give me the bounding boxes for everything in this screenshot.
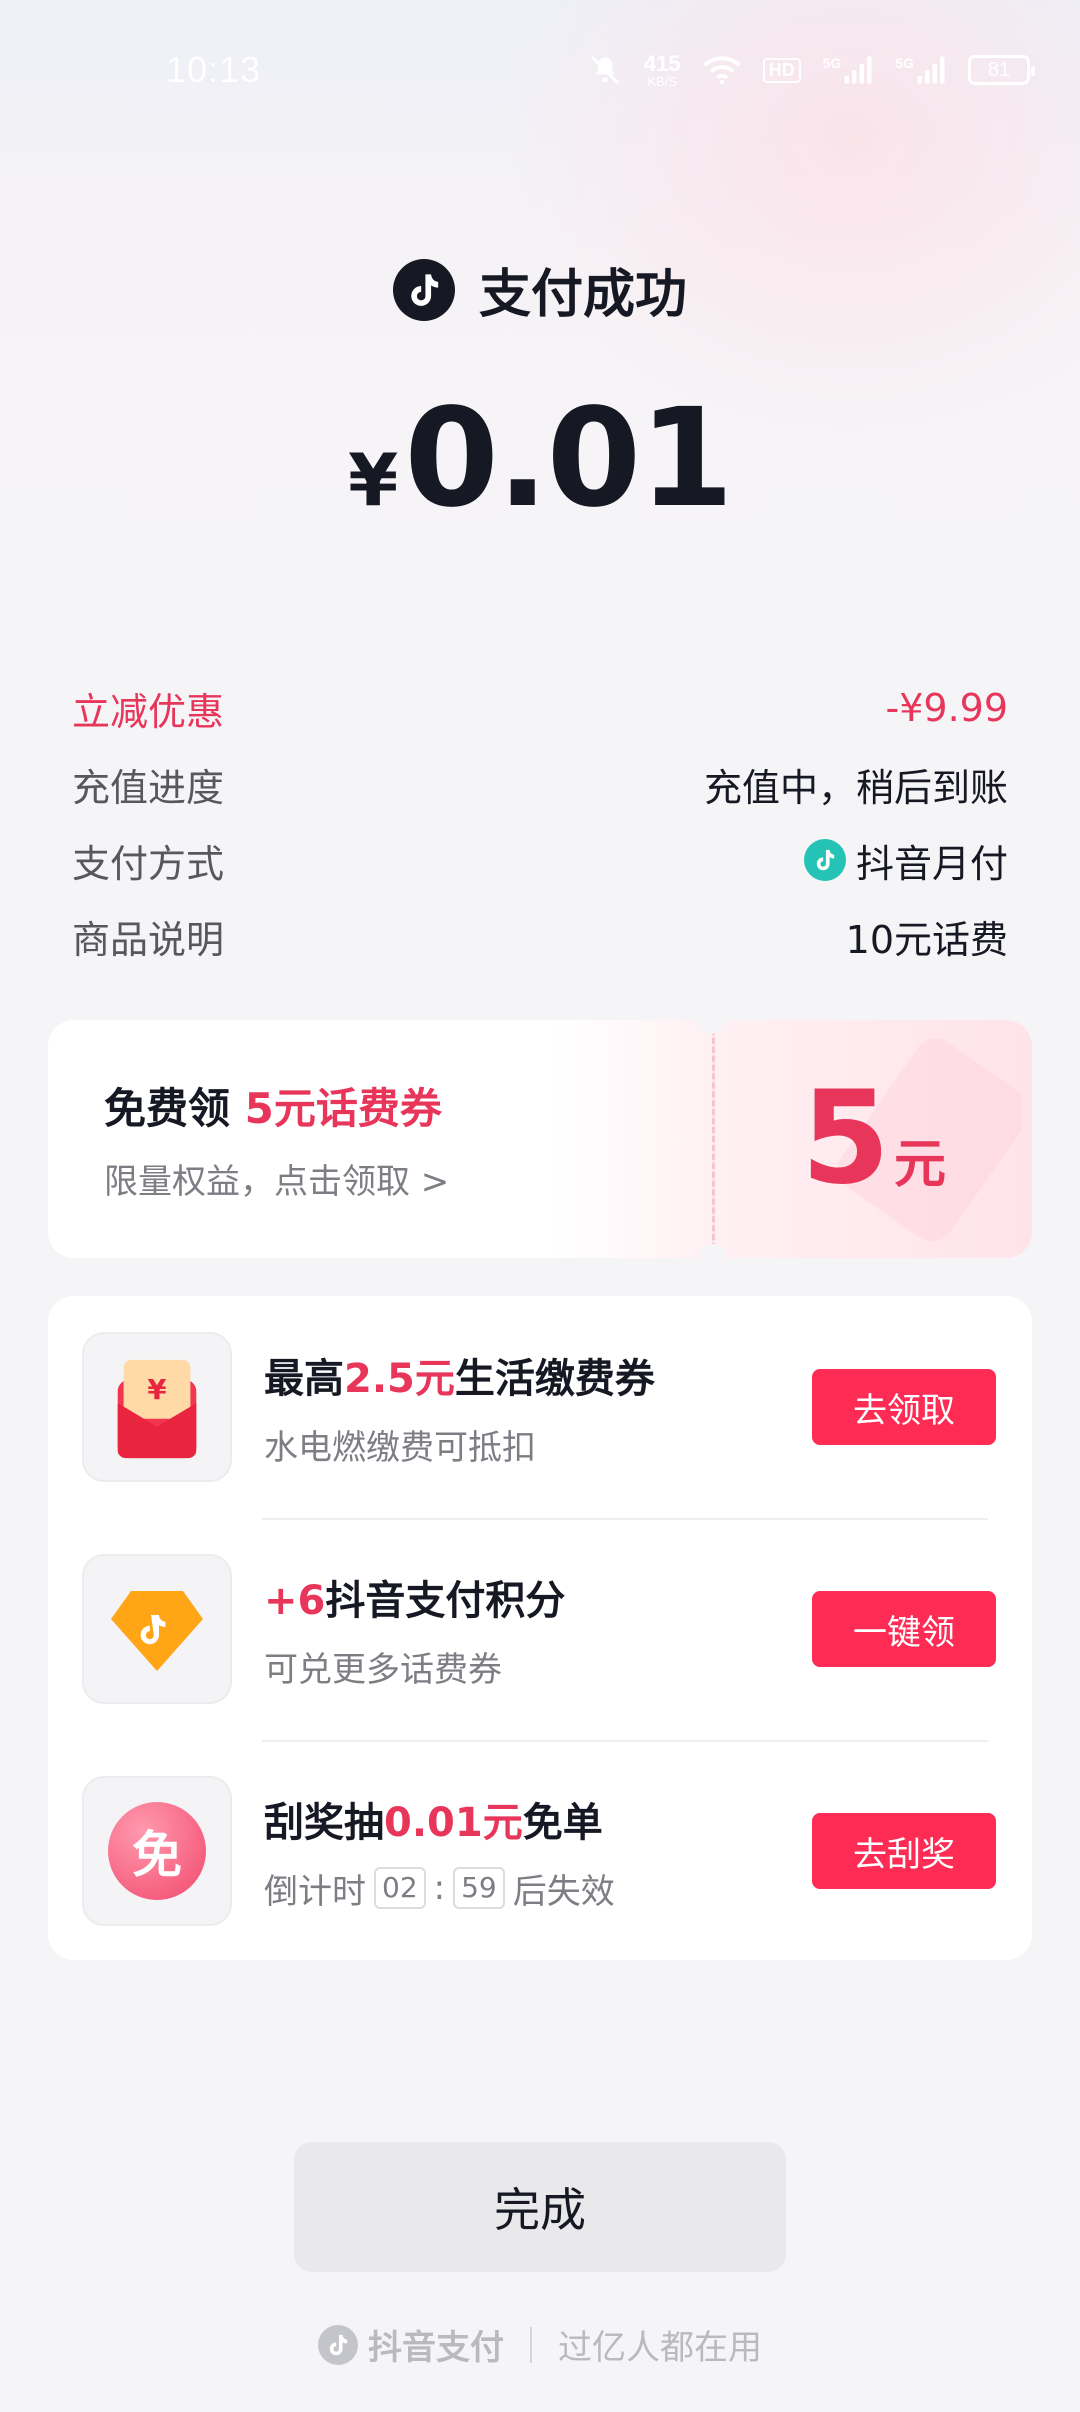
douyin-pay-logo-icon (803, 839, 846, 881)
network-speed: 415 KB/S (643, 50, 681, 89)
task-title-prefix: 刮奖抽 (264, 1799, 384, 1846)
task-item-scratch: 免 刮奖抽0.01元免单 倒计时 02 : 59 后失效 去刮奖 (48, 1740, 1032, 1962)
detail-row-progress: 充值进度 充值中，稍后到账 (72, 746, 1008, 822)
task-title-prefix: 最高 (264, 1355, 344, 1402)
detail-value: -¥9.99 (885, 686, 1009, 730)
paid-amount: ¥ 0.01 (0, 380, 1080, 538)
coupon-value-unit: 元 (894, 1135, 947, 1195)
svg-text:¥: ¥ (147, 1374, 166, 1406)
payment-details: 立减优惠 -¥9.99 充值进度 充值中，稍后到账 支付方式 抖音月付 商品说明… (72, 670, 1008, 974)
task-title-highlight: +6 (264, 1577, 326, 1624)
task-text: 刮奖抽0.01元免单 倒计时 02 : 59 后失效 (264, 1790, 812, 1913)
detail-value: 抖音月付 (855, 841, 1008, 886)
task-subtitle: 可兑更多话费券 (264, 1649, 502, 1690)
success-header: 支付成功 (0, 252, 1080, 327)
coupon-title-highlight: 5元话费券 (244, 1084, 442, 1133)
countdown-suffix: 后失效 (512, 1871, 615, 1912)
speed-unit: KB/S (647, 73, 678, 89)
coupon-title-prefix: 免费领 (104, 1084, 245, 1133)
task-title: 刮奖抽0.01元免单 (264, 1790, 812, 1848)
hd-icon: HD (762, 57, 801, 83)
wifi-icon (702, 55, 741, 85)
detail-value: 充值中，稍后到账 (703, 765, 1008, 810)
status-icons: 415 KB/S HD 5G 5G 81 (588, 50, 1035, 89)
detail-value: 10元话费 (845, 917, 1008, 962)
detail-label: 立减优惠 (72, 689, 225, 734)
scratch-button[interactable]: 去刮奖 (812, 1813, 996, 1889)
amount-value: 0.01 (404, 380, 734, 538)
task-title-suffix: 生活缴费券 (454, 1355, 655, 1402)
footer-slogan: 过亿人都在用 (558, 2328, 762, 2368)
points-gem-icon (82, 1554, 232, 1704)
signal-icon: 5G (823, 55, 874, 85)
reward-task-list: ¥ 最高2.5元生活缴费券 水电燃缴费可抵扣 去领取 +6抖音支付积分 可兑更多… (48, 1296, 1032, 1960)
task-item-bill-coupon: ¥ 最高2.5元生活缴费券 水电燃缴费可抵扣 去领取 (48, 1296, 1032, 1518)
currency-symbol: ¥ (348, 438, 399, 522)
speed-value: 415 (643, 50, 681, 76)
footer-brand: 抖音支付 (318, 2320, 504, 2369)
footer-divider (530, 2326, 532, 2363)
coupon-ticket: 5 元 (712, 1020, 1032, 1258)
task-title: 最高2.5元生活缴费券 (264, 1346, 812, 1404)
signal-icon-2: 5G (895, 55, 946, 85)
coupon-value-number: 5 (800, 1064, 891, 1213)
status-time: 10:13 (166, 49, 262, 90)
detail-row-product: 商品说明 10元话费 (72, 898, 1008, 974)
red-envelope-icon: ¥ (82, 1332, 232, 1482)
success-title: 支付成功 (478, 265, 687, 325)
claim-points-button[interactable]: 一键领 (812, 1591, 996, 1667)
detail-label: 支付方式 (72, 841, 225, 886)
done-button[interactable]: 完成 (294, 2142, 786, 2272)
douyin-pay-footer-icon (318, 2324, 358, 2365)
task-title-highlight: 2.5元 (344, 1355, 455, 1402)
task-title-highlight: 0.01元 (384, 1799, 523, 1846)
task-subtitle: 水电燃缴费可抵扣 (264, 1427, 536, 1468)
signal-label-1: 5G (822, 55, 842, 71)
task-item-points: +6抖音支付积分 可兑更多话费券 一键领 (48, 1518, 1032, 1740)
douyin-logo-icon (392, 258, 455, 321)
detail-label: 商品说明 (72, 917, 225, 962)
countdown-minutes: 02 (374, 1867, 426, 1909)
claim-bill-coupon-button[interactable]: 去领取 (812, 1369, 996, 1445)
coupon-banner[interactable]: 免费领 5元话费券 限量权益，点击领取 > 5 元 (48, 1020, 1032, 1258)
task-title-suffix: 抖音支付积分 (325, 1577, 566, 1624)
task-title: +6抖音支付积分 (264, 1568, 812, 1626)
footer: 抖音支付 过亿人都在用 (0, 2320, 1080, 2369)
task-title-suffix: 免单 (522, 1799, 603, 1846)
free-badge-text: 免 (108, 1802, 206, 1900)
signal-label-2: 5G (895, 55, 914, 71)
task-text: 最高2.5元生活缴费券 水电燃缴费可抵扣 (264, 1346, 812, 1469)
detail-row-method: 支付方式 抖音月付 (72, 822, 1008, 898)
countdown-prefix: 倒计时 (264, 1871, 366, 1912)
detail-value-wrap: 抖音月付 (803, 833, 1008, 888)
payment-success-page: 10:13 415 KB/S HD 5G 5G 81 支付成功 ¥ 0.01 立… (0, 0, 1080, 2412)
task-text: +6抖音支付积分 可兑更多话费券 (264, 1568, 812, 1691)
coupon-value: 5 元 (801, 1075, 946, 1203)
detail-label: 充值进度 (72, 765, 225, 810)
countdown-separator: : (433, 1868, 446, 1908)
battery-icon: 81 (968, 55, 1035, 85)
status-bar: 10:13 415 KB/S HD 5G 5G 81 (0, 0, 1080, 140)
free-badge-icon: 免 (82, 1776, 232, 1926)
task-countdown: 倒计时 02 : 59 后失效 (264, 1864, 812, 1913)
footer-brand-name: 抖音支付 (368, 2328, 504, 2368)
detail-row-discount: 立减优惠 -¥9.99 (72, 670, 1008, 746)
countdown-seconds: 59 (453, 1867, 505, 1909)
coupon-fade (552, 1020, 712, 1258)
mute-bell-icon (588, 53, 622, 87)
